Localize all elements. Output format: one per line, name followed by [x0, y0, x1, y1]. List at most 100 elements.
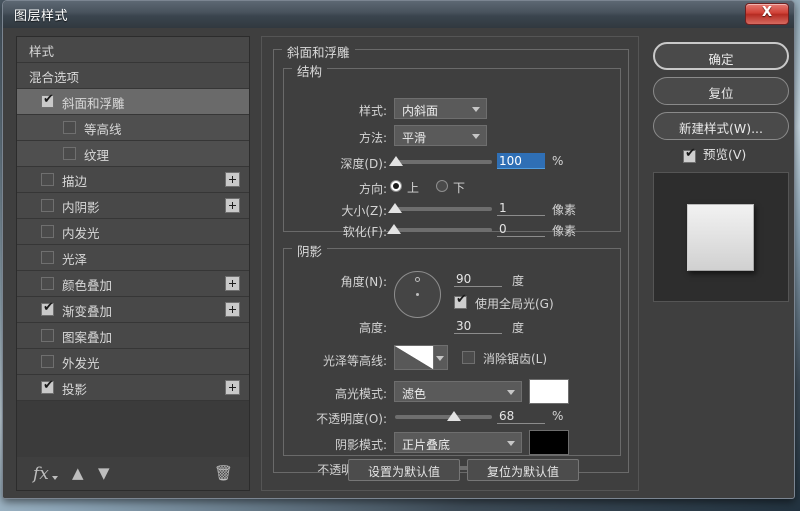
- direction-up-radio[interactable]: [390, 180, 402, 192]
- shadow-mode-value: 正片叠底: [402, 438, 451, 452]
- style-list-item-label: 颜色叠加: [62, 278, 113, 293]
- add-effect-icon[interactable]: [225, 198, 240, 213]
- move-up-icon[interactable]: ▲: [72, 464, 84, 482]
- altitude-input[interactable]: 30: [454, 318, 502, 334]
- style-list-item[interactable]: ✔ 渐变叠加: [17, 297, 249, 323]
- close-button[interactable]: X: [745, 3, 789, 25]
- angle-input[interactable]: 90: [454, 271, 502, 287]
- soften-input[interactable]: 0: [497, 221, 545, 237]
- style-dropdown[interactable]: 内斜面: [394, 98, 487, 119]
- structure-group: 结构 样式: 内斜面 方法: 平滑 深度(D): 100 % 方向: 上 下 大…: [283, 61, 621, 239]
- gloss-contour-dropdown[interactable]: [434, 345, 448, 370]
- style-list-empty-area: [17, 401, 249, 458]
- check-icon: ✔: [685, 146, 696, 161]
- style-list-item[interactable]: 等高线: [17, 115, 249, 141]
- style-list-item[interactable]: 光泽: [17, 245, 249, 271]
- highlight-mode-dropdown[interactable]: 滤色: [394, 381, 522, 402]
- add-effect-icon[interactable]: [225, 380, 240, 395]
- add-effect-icon[interactable]: [225, 172, 240, 187]
- chevron-down-icon: [472, 134, 480, 139]
- style-list-item[interactable]: 描边: [17, 167, 249, 193]
- style-list-item[interactable]: 颜色叠加: [17, 271, 249, 297]
- style-enable-checkbox[interactable]: ✔: [41, 301, 54, 316]
- preview-checkbox[interactable]: ✔: [683, 146, 696, 163]
- style-enable-checkbox[interactable]: [41, 199, 54, 212]
- size-input[interactable]: 1: [497, 200, 545, 216]
- style-list-item[interactable]: 外发光: [17, 349, 249, 375]
- move-down-icon[interactable]: ▼: [98, 464, 110, 482]
- new-style-button[interactable]: 新建样式(W)...: [653, 112, 789, 140]
- depth-slider-track[interactable]: [395, 160, 492, 164]
- size-unit: 像素: [552, 203, 577, 217]
- style-enable-checkbox[interactable]: [63, 121, 76, 134]
- set-default-button[interactable]: 设置为默认值: [348, 459, 460, 481]
- trash-icon[interactable]: 🗑: [214, 464, 233, 482]
- altitude-value: 30: [456, 319, 472, 333]
- style-list-item[interactable]: ✔ 投影: [17, 375, 249, 401]
- style-list-item[interactable]: ✔ 斜面和浮雕: [17, 89, 249, 115]
- style-enable-checkbox[interactable]: [41, 225, 54, 238]
- soften-slider-track[interactable]: [395, 228, 492, 232]
- preview-row: ✔ 预览(V): [683, 146, 746, 165]
- style-list-item[interactable]: 内发光: [17, 219, 249, 245]
- highlight-mode-label: 高光模式:: [334, 387, 387, 401]
- style-list-item[interactable]: 纹理: [17, 141, 249, 167]
- style-list-item-label: 样式: [29, 44, 55, 59]
- highlight-opacity-input[interactable]: 68: [497, 408, 545, 424]
- style-list-item[interactable]: 混合选项: [17, 63, 249, 89]
- layer-style-dialog: 图层样式 X 样式 混合选项 ✔ 斜面和浮雕 等高线 纹理 描边 内阴影 内发光 光泽 颜色叠加 ✔ 渐…: [2, 0, 795, 499]
- dialog-body: 样式混合选项 ✔ 斜面和浮雕 等高线 纹理 描边内阴影内发光光泽颜色叠加 ✔ 渐变叠加 图案叠加…: [3, 28, 794, 498]
- angle-unit: 度: [512, 274, 525, 288]
- anti-alias-label: 消除锯齿(L): [483, 352, 548, 366]
- soften-value: 0: [499, 222, 507, 236]
- style-enable-checkbox[interactable]: [41, 277, 54, 290]
- style-list[interactable]: 样式混合选项 ✔ 斜面和浮雕 等高线 纹理 描边内阴影内发光光泽颜色叠加 ✔ 渐变叠加 图案叠加…: [17, 37, 249, 459]
- depth-input[interactable]: 100: [497, 153, 545, 169]
- size-slider-track[interactable]: [395, 207, 492, 211]
- style-enable-checkbox[interactable]: ✔: [41, 379, 54, 394]
- altitude-label: 高度:: [358, 321, 387, 335]
- angle-dial[interactable]: [394, 271, 441, 318]
- preview-thumbnail: [653, 172, 789, 302]
- reset-default-button[interactable]: 复位为默认值: [467, 459, 579, 481]
- highlight-color-swatch[interactable]: [529, 379, 569, 404]
- chevron-down-icon: [507, 441, 515, 446]
- add-effect-icon[interactable]: [225, 276, 240, 291]
- reset-button[interactable]: 复位: [653, 77, 789, 105]
- size-slider-thumb[interactable]: [388, 203, 402, 213]
- style-list-item[interactable]: 内阴影: [17, 193, 249, 219]
- shadow-color-swatch[interactable]: [529, 430, 569, 455]
- direction-down-radio[interactable]: [436, 180, 448, 192]
- style-label: 样式:: [358, 104, 387, 118]
- fx-icon[interactable]: fx: [33, 464, 58, 484]
- soften-label: 软化(F):: [342, 225, 387, 239]
- soften-unit: 像素: [552, 224, 577, 238]
- shading-group: 阴影 角度(N): 90 度 ✔ 使用全局光(G) 高度: 30 度 光泽等高线…: [283, 241, 621, 477]
- style-enable-checkbox[interactable]: [41, 251, 54, 264]
- style-enable-checkbox[interactable]: [41, 355, 54, 368]
- highlight-opacity-slider-track[interactable]: [395, 415, 492, 419]
- chevron-down-icon: [507, 390, 515, 395]
- gloss-contour-preview[interactable]: [394, 345, 434, 370]
- depth-slider-thumb[interactable]: [389, 156, 403, 166]
- technique-dropdown[interactable]: 平滑: [394, 125, 487, 146]
- angle-dial-handle[interactable]: [415, 277, 420, 282]
- style-enable-checkbox[interactable]: [63, 147, 76, 160]
- style-list-item[interactable]: 样式: [17, 37, 249, 63]
- style-enable-checkbox[interactable]: [41, 173, 54, 186]
- chevron-down-icon: [472, 107, 480, 112]
- use-global-light-checkbox[interactable]: ✔: [454, 293, 467, 309]
- anti-alias-checkbox[interactable]: [462, 351, 475, 364]
- add-effect-icon[interactable]: [225, 302, 240, 317]
- style-enable-checkbox[interactable]: ✔: [41, 93, 54, 108]
- ok-button[interactable]: 确定: [653, 42, 789, 70]
- highlight-opacity-slider-thumb[interactable]: [447, 411, 461, 421]
- soften-slider-thumb[interactable]: [387, 224, 401, 234]
- style-enable-checkbox[interactable]: [41, 329, 54, 342]
- style-list-item[interactable]: 图案叠加: [17, 323, 249, 349]
- style-list-panel: 样式混合选项 ✔ 斜面和浮雕 等高线 纹理 描边内阴影内发光光泽颜色叠加 ✔ 渐变叠加 图案叠加…: [16, 36, 250, 491]
- style-list-item-label: 内阴影: [62, 200, 100, 215]
- highlight-opacity-value: 68: [499, 409, 515, 423]
- shadow-mode-dropdown[interactable]: 正片叠底: [394, 432, 522, 453]
- style-list-item-label: 光泽: [62, 252, 88, 267]
